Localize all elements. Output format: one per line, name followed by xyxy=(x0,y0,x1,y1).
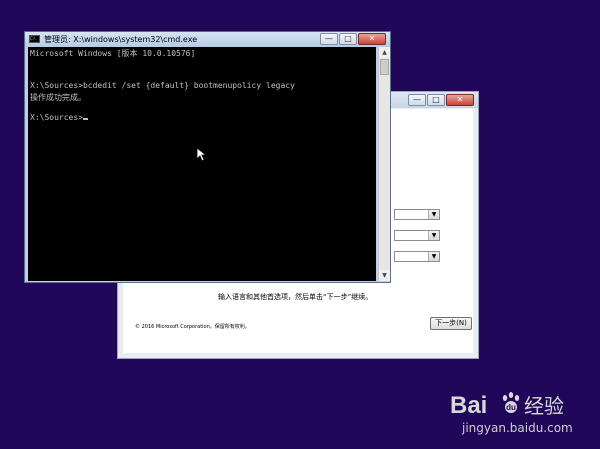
setup-maximize-button[interactable]: □ xyxy=(427,94,445,106)
svg-text:du: du xyxy=(506,403,516,412)
cmd-titlebar[interactable]: C:\ 管理员: X:\windows\system32\cmd.exe — □… xyxy=(25,32,390,47)
cmd-close-button[interactable]: ✕ xyxy=(358,33,386,45)
setup-window-controls: — □ ✕ xyxy=(408,94,474,106)
cmd-icon: C:\ xyxy=(29,35,40,43)
copyright-text: © 2016 Microsoft Corporation。保留所有权利。 xyxy=(135,324,250,330)
chevron-down-icon: ▼ xyxy=(428,252,439,261)
text-caret xyxy=(82,118,88,120)
baidu-logo: Bai du 经验 xyxy=(450,392,564,419)
setup-close-button[interactable]: ✕ xyxy=(446,94,474,106)
cmd-title: 管理员: X:\windows\system32\cmd.exe xyxy=(44,35,198,44)
scrollbar-thumb[interactable] xyxy=(380,59,389,75)
keyboard-select[interactable]: ▼ xyxy=(394,251,440,262)
setup-minimize-button[interactable]: — xyxy=(408,94,426,106)
console-prompt: X:\Sources> xyxy=(30,113,83,122)
baidu-watermark: Bai du 经验 xyxy=(448,386,578,424)
next-button[interactable]: 下一步(N) xyxy=(430,317,472,330)
cmd-maximize-button[interactable]: □ xyxy=(339,33,357,45)
watermark-url: jingyan.baidu.com xyxy=(462,421,573,435)
baidu-logo-jingyan: 经验 xyxy=(524,394,564,418)
mouse-pointer-icon xyxy=(197,148,207,162)
scroll-down-arrow-icon[interactable]: ▼ xyxy=(379,270,390,281)
language-select[interactable]: ▼ xyxy=(394,209,440,220)
baidu-logo-bai: Bai xyxy=(450,392,487,419)
console-output[interactable]: Microsoft Windows [版本 10.0.10576] X:\Sou… xyxy=(28,47,376,281)
time-format-select[interactable]: ▼ xyxy=(394,230,440,241)
console-prompt-line: X:\Sources> xyxy=(30,113,88,122)
console-scrollbar[interactable]: ▲ ▼ xyxy=(378,47,390,281)
paw-icon: du xyxy=(502,392,520,413)
console-line: X:\Sources>bcdedit /set {default} bootme… xyxy=(30,81,295,90)
console-line: Microsoft Windows [版本 10.0.10576] xyxy=(30,49,196,58)
cmd-minimize-button[interactable]: — xyxy=(320,33,338,45)
setup-instruction: 输入语言和其他首选项，然后单击“下一步”继续。 xyxy=(218,293,373,301)
cmd-window: C:\ 管理员: X:\windows\system32\cmd.exe — □… xyxy=(24,31,391,283)
chevron-down-icon: ▼ xyxy=(428,210,439,219)
cmd-window-controls: — □ ✕ xyxy=(320,33,386,45)
console-line: 操作成功完成。 xyxy=(30,93,86,102)
scroll-up-arrow-icon[interactable]: ▲ xyxy=(379,47,390,58)
chevron-down-icon: ▼ xyxy=(428,231,439,240)
